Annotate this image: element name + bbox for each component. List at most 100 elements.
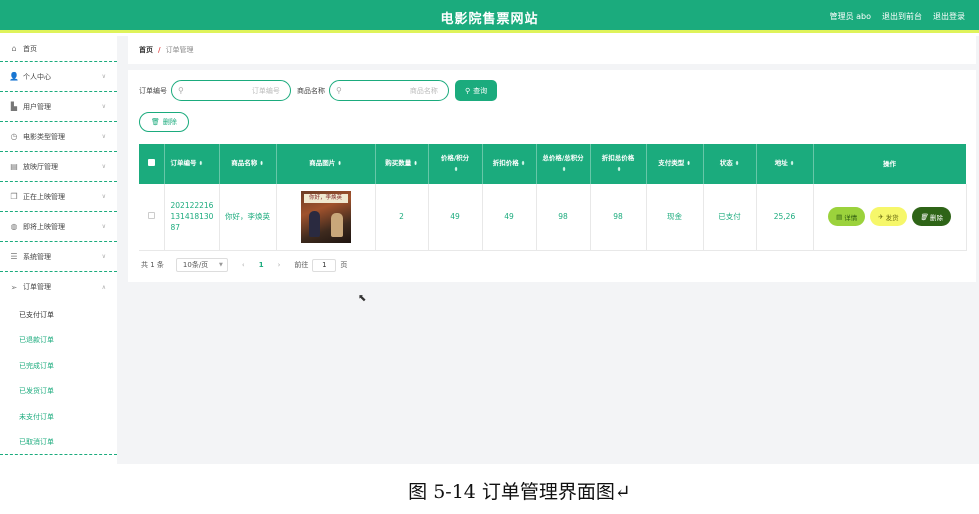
sidebar-item-home[interactable]: ⌂ 首页 xyxy=(0,36,117,62)
prev-page-icon[interactable]: ‹ xyxy=(242,261,245,269)
column-header[interactable]: 价格/积分 ⬍ xyxy=(428,144,483,184)
sidebar-item-label: 个人中心 xyxy=(23,72,51,81)
sidebar-item-label: 首页 xyxy=(23,44,37,53)
row-checkbox[interactable] xyxy=(147,212,155,220)
sidebar-subitem-unpaid-orders[interactable]: 未支付订单 xyxy=(0,404,117,430)
movie-poster-image: 你好，李焕英 xyxy=(300,190,351,243)
next-page-icon[interactable]: › xyxy=(278,261,281,269)
table-row: 20212221613141813087 你好，李焕英 你好，李焕英 2 49 … xyxy=(139,184,967,251)
sidebar-subitem-cancelled-orders[interactable]: 已取消订单 xyxy=(0,430,117,455)
discount-price-cell: 49 xyxy=(482,184,537,251)
product-name-label: 商品名称 xyxy=(297,86,325,95)
select-all-cell xyxy=(139,144,165,184)
address-cell: 25,26 xyxy=(756,184,814,251)
page-number[interactable]: 1 xyxy=(259,261,264,269)
price-cell: 49 xyxy=(428,184,483,251)
page-unit: 页 xyxy=(340,261,348,269)
logout-link[interactable]: 退出登录 xyxy=(933,11,965,22)
row-select-cell xyxy=(139,184,165,251)
sidebar-subitem-completed-orders[interactable]: 已完成订单 xyxy=(0,353,117,379)
copy-icon: ❐ xyxy=(10,192,18,201)
product-image-cell: 你好，李焕英 xyxy=(276,184,376,251)
select-all-checkbox[interactable] xyxy=(147,158,155,166)
sidebar-item-user-management[interactable]: ▙ 用户管理 ∨ xyxy=(0,92,117,122)
total-cell: 98 xyxy=(536,184,591,251)
column-header[interactable]: 支付类型 ⬍ xyxy=(646,144,704,184)
product-name-input[interactable] xyxy=(341,86,446,95)
figure-caption: 图 5-14 订单管理界面图↵ xyxy=(408,481,631,503)
orders-table: 订单编号 ⬍ 商品名称 ⬍ 商品图片 ⬍ 购买数量 ⬍ 价格/积分 ⬍ 折扣价格 ⬍ 总价格… xyxy=(139,144,967,251)
sort-icon: ⬍ xyxy=(686,161,691,167)
sidebar-item-label: 正在上映管理 xyxy=(23,192,65,201)
trash-icon: 🗑 xyxy=(919,212,928,221)
column-header[interactable]: 商品图片 ⬍ xyxy=(276,144,376,184)
breadcrumb: 首页 / 订单管理 xyxy=(128,36,976,64)
calendar-icon: ▤ xyxy=(10,162,18,171)
sort-icon: ⬍ xyxy=(734,161,740,167)
total-count: 共 1 条 xyxy=(141,261,164,269)
order-no-cell: 20212221613141813087 xyxy=(164,184,220,251)
chevron-down-icon: ∨ xyxy=(101,133,106,140)
table-header-row: 订单编号 ⬍ 商品名称 ⬍ 商品图片 ⬍ 购买数量 ⬍ 价格/积分 ⬍ 折扣价格 ⬍ 总价格… xyxy=(139,144,967,184)
delete-button[interactable]: 🗑 删除 xyxy=(911,207,951,227)
sort-icon: ⬍ xyxy=(259,161,264,167)
row-actions: ▤ 详情 ✈ 发货 🗑 删除 xyxy=(814,207,966,227)
actions-cell: ▤ 详情 ✈ 发货 🗑 删除 xyxy=(813,184,967,251)
sidebar-item-now-showing[interactable]: ❐ 正在上映管理 ∨ xyxy=(0,182,117,212)
ship-button[interactable]: ✈ 发货 xyxy=(870,207,907,227)
sort-icon: ⬍ xyxy=(616,166,622,173)
sidebar-item-coming-soon[interactable]: ◍ 即将上映管理 ∨ xyxy=(0,212,117,242)
column-header[interactable]: 订单编号 ⬍ xyxy=(164,144,220,184)
trash-icon: 🗑 xyxy=(151,118,160,126)
search-icon: ⚲ xyxy=(465,86,471,95)
search-bar: 订单编号 ⚲ 商品名称 ⚲ ⚲ 查询 xyxy=(139,80,498,101)
page-size-select[interactable]: 10条/页 ▼ xyxy=(175,258,228,272)
sidebar-subitem-paid-orders[interactable]: 已支付订单 xyxy=(0,302,117,328)
bulk-delete-button[interactable]: 🗑 删除 xyxy=(139,112,189,132)
product-name-field: ⚲ xyxy=(329,80,449,101)
quantity-cell: 2 xyxy=(375,184,429,251)
column-header[interactable]: 商品名称 ⬍ xyxy=(219,144,277,184)
pagination: 共 1 条 10条/页▼ ‹ 1 › 前往 页 xyxy=(141,258,347,272)
column-header[interactable]: 状态 ⬍ xyxy=(703,144,757,184)
sidebar-subitem-refunded-orders[interactable]: 已退款订单 xyxy=(0,328,117,354)
sidebar-item-label: 即将上映管理 xyxy=(23,222,65,231)
sort-icon: ⬍ xyxy=(453,166,459,173)
order-no-input[interactable] xyxy=(183,86,288,95)
column-header[interactable]: 折扣价格 ⬍ xyxy=(482,144,537,184)
column-header[interactable]: 总价格/总积分⬍ xyxy=(536,144,591,184)
chevron-down-icon: ∨ xyxy=(101,193,106,200)
sidebar: ⌂ 首页 👤 个人中心 ∨ ▙ 用户管理 ∨ ◷ 电影类型管理 ∨ ▤ 放映厅管… xyxy=(0,36,117,464)
sidebar-item-movie-type[interactable]: ◷ 电影类型管理 ∨ xyxy=(0,122,117,152)
sidebar-subitem-shipped-orders[interactable]: 已发货订单 xyxy=(0,379,117,405)
breadcrumb-current: 订单管理 xyxy=(165,46,194,54)
top-header: 电影院售票网站 管理员 abo 退出到前台 退出登录 xyxy=(0,0,979,33)
detail-button[interactable]: ▤ 详情 xyxy=(828,207,866,227)
sidebar-item-orders[interactable]: ➢ 订单管理 ∧ xyxy=(0,272,117,302)
order-no-field: ⚲ xyxy=(171,80,291,101)
search-button[interactable]: ⚲ 查询 xyxy=(455,80,498,101)
sidebar-item-personal-center[interactable]: 👤 个人中心 ∨ xyxy=(0,62,117,92)
sidebar-item-system[interactable]: ☰ 系统管理 ∨ xyxy=(0,242,117,272)
chart-icon: ▙ xyxy=(10,102,18,111)
sort-icon: ⬍ xyxy=(337,161,342,167)
header-links: 管理员 abo 退出到前台 退出登录 xyxy=(830,11,965,22)
sidebar-item-label: 放映厅管理 xyxy=(23,162,58,171)
chevron-down-icon: ∨ xyxy=(101,103,106,110)
goto-label: 前往 xyxy=(294,261,309,269)
chevron-down-icon: ∨ xyxy=(101,223,106,230)
send-icon: ➢ xyxy=(10,282,18,292)
mouse-cursor-icon: ⬉ xyxy=(358,293,367,304)
sort-icon: ⬍ xyxy=(413,161,418,167)
home-icon: ⌂ xyxy=(11,44,17,53)
compass-icon: ◍ xyxy=(10,222,18,231)
column-header[interactable]: 购买数量 ⬍ xyxy=(375,144,429,184)
goto-page-input[interactable] xyxy=(312,258,337,272)
search-button-label: 查询 xyxy=(473,86,488,95)
pay-type-cell: 现金 xyxy=(646,184,704,251)
sidebar-item-hall[interactable]: ▤ 放映厅管理 ∨ xyxy=(0,152,117,182)
column-header[interactable]: 折扣总价格 ⬍ xyxy=(590,144,647,184)
breadcrumb-home[interactable]: 首页 xyxy=(139,45,153,55)
exit-to-frontend-link[interactable]: 退出到前台 xyxy=(882,11,922,22)
column-header[interactable]: 地址 ⬍ xyxy=(756,144,814,184)
